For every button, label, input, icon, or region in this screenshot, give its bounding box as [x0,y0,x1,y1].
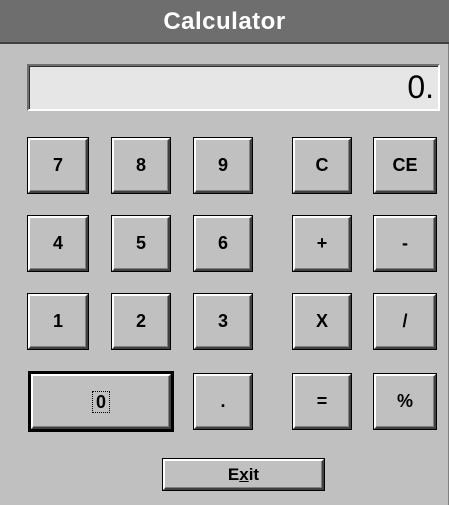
focus-rectangle: 0 [91,390,110,413]
digit-4-button[interactable]: 4 [28,216,88,271]
digit-0-button[interactable]: 0 [31,374,171,429]
exit-button[interactable]: Exit [163,459,324,490]
equals-button[interactable]: = [293,374,351,429]
subtract-button[interactable]: - [374,216,436,271]
exit-label: Exit [227,464,260,484]
divide-button[interactable]: / [374,294,436,349]
digit-8-button[interactable]: 8 [112,138,170,193]
add-button[interactable]: + [293,216,351,271]
result-display: 0. [27,64,440,111]
digit-1-button[interactable]: 1 [28,294,88,349]
title-bar[interactable]: Calculator [0,0,449,44]
digit-2-button[interactable]: 2 [112,294,170,349]
calculator-window: Calculator 0. 7 8 9 C CE 4 5 6 + - 1 2 3… [0,0,449,505]
multiply-button[interactable]: X [293,294,351,349]
digit-9-button[interactable]: 9 [194,138,252,193]
decimal-button[interactable]: . [194,374,252,429]
percent-button[interactable]: % [374,374,436,429]
digit-7-button[interactable]: 7 [28,138,88,193]
digit-3-button[interactable]: 3 [194,294,252,349]
digit-5-button[interactable]: 5 [112,216,170,271]
digit-6-button[interactable]: 6 [194,216,252,271]
clear-entry-button[interactable]: CE [374,138,436,193]
clear-button[interactable]: C [293,138,351,193]
